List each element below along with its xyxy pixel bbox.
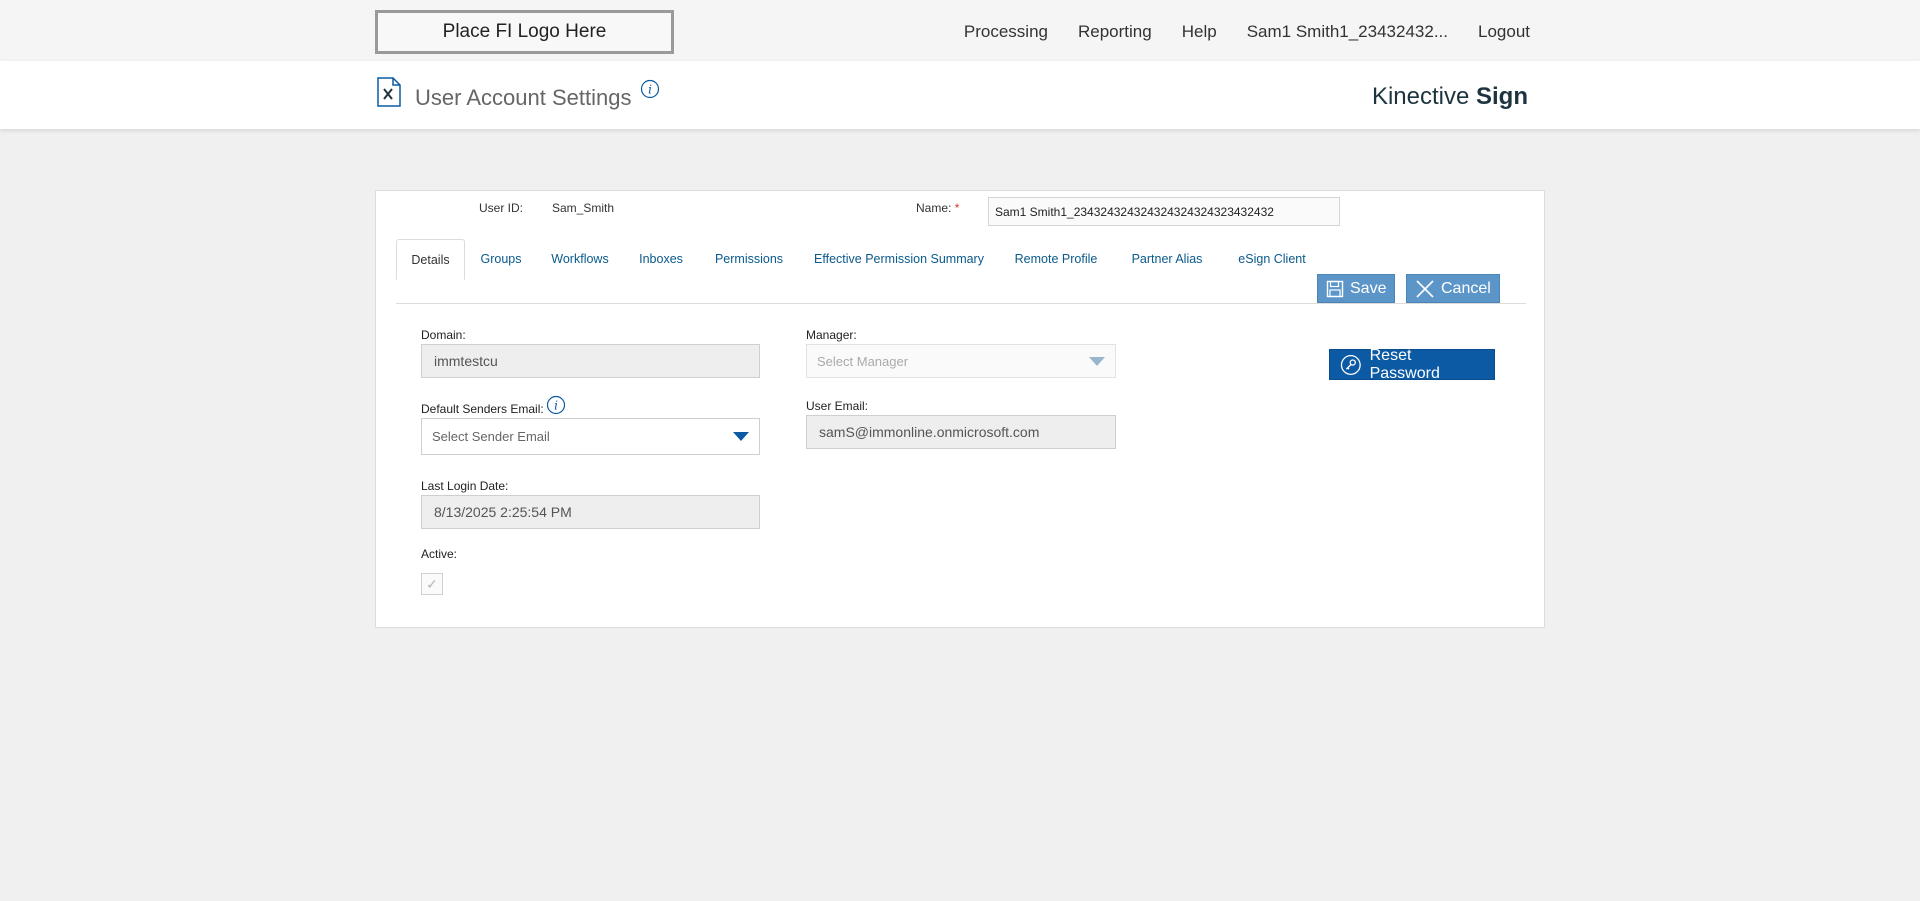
reset-password-button[interactable]: Reset Password [1329, 347, 1495, 382]
checkmark-icon: ✓ [426, 575, 438, 592]
tab-effective-permission-summary[interactable]: Effective Permission Summary [799, 239, 999, 279]
page-header: User Account Settings i Kinective Sign [0, 61, 1920, 129]
document-settings-icon [377, 77, 401, 107]
tab-partner-alias[interactable]: Partner Alias [1113, 239, 1221, 279]
cancel-button[interactable]: Cancel [1406, 274, 1500, 303]
nav-logout[interactable]: Logout [1478, 22, 1530, 42]
manager-select[interactable]: Select Manager [806, 344, 1116, 378]
save-button[interactable]: Save [1317, 274, 1396, 303]
info-icon[interactable]: i [546, 395, 566, 415]
nav-user-menu[interactable]: Sam1 Smith1_23432432... [1247, 22, 1448, 42]
domain-label: Domain: [421, 328, 466, 342]
user-email-field: samS@immonline.onmicrosoft.com [806, 415, 1116, 449]
top-bar: Place FI Logo Here Processing Reporting … [0, 0, 1920, 61]
tab-remote-profile[interactable]: Remote Profile [999, 239, 1113, 279]
name-label: Name: * [916, 201, 960, 215]
domain-field: immtestcu [421, 344, 760, 378]
default-senders-email-label: Default Senders Email: [421, 402, 544, 416]
close-icon [1416, 279, 1434, 298]
required-marker: * [954, 201, 960, 215]
user-id-value: Sam_Smith [552, 201, 615, 215]
top-nav: Processing Reporting Help Sam1 Smith1_23… [964, 22, 1530, 42]
last-login-date-label: Last Login Date: [421, 479, 509, 493]
chevron-down-icon [733, 432, 749, 441]
user-settings-card: User ID: Sam_Smith Name: * Details Group… [375, 190, 1545, 628]
svg-text:i: i [648, 83, 652, 97]
active-checkbox[interactable]: ✓ [421, 573, 443, 595]
tab-inboxes[interactable]: Inboxes [623, 239, 699, 279]
tab-permissions[interactable]: Permissions [699, 239, 799, 279]
tab-workflows[interactable]: Workflows [537, 239, 623, 279]
tab-details[interactable]: Details [396, 239, 465, 280]
fi-logo-placeholder: Place FI Logo Here [375, 10, 674, 54]
save-icon [1326, 280, 1344, 297]
nav-reporting[interactable]: Reporting [1078, 22, 1152, 42]
svg-text:i: i [554, 399, 558, 413]
manager-label: Manager: [806, 328, 857, 342]
tab-groups[interactable]: Groups [465, 239, 537, 279]
key-icon [1340, 354, 1361, 375]
active-label: Active: [421, 547, 458, 561]
info-icon[interactable]: i [640, 79, 660, 99]
default-senders-email-select[interactable]: Select Sender Email [421, 418, 760, 455]
user-email-label: User Email: [806, 399, 869, 413]
user-id-label: User ID: [479, 201, 524, 215]
nav-processing[interactable]: Processing [964, 22, 1048, 42]
brand-logo: Kinective Sign [1371, 83, 1528, 110]
nav-help[interactable]: Help [1182, 22, 1217, 42]
tab-esign-client[interactable]: eSign Client [1221, 239, 1323, 279]
chevron-down-icon [1089, 356, 1105, 366]
name-input[interactable] [988, 197, 1340, 226]
page-title: User Account Settings [415, 85, 632, 110]
last-login-date-field: 8/13/2025 2:25:54 PM [421, 495, 760, 529]
